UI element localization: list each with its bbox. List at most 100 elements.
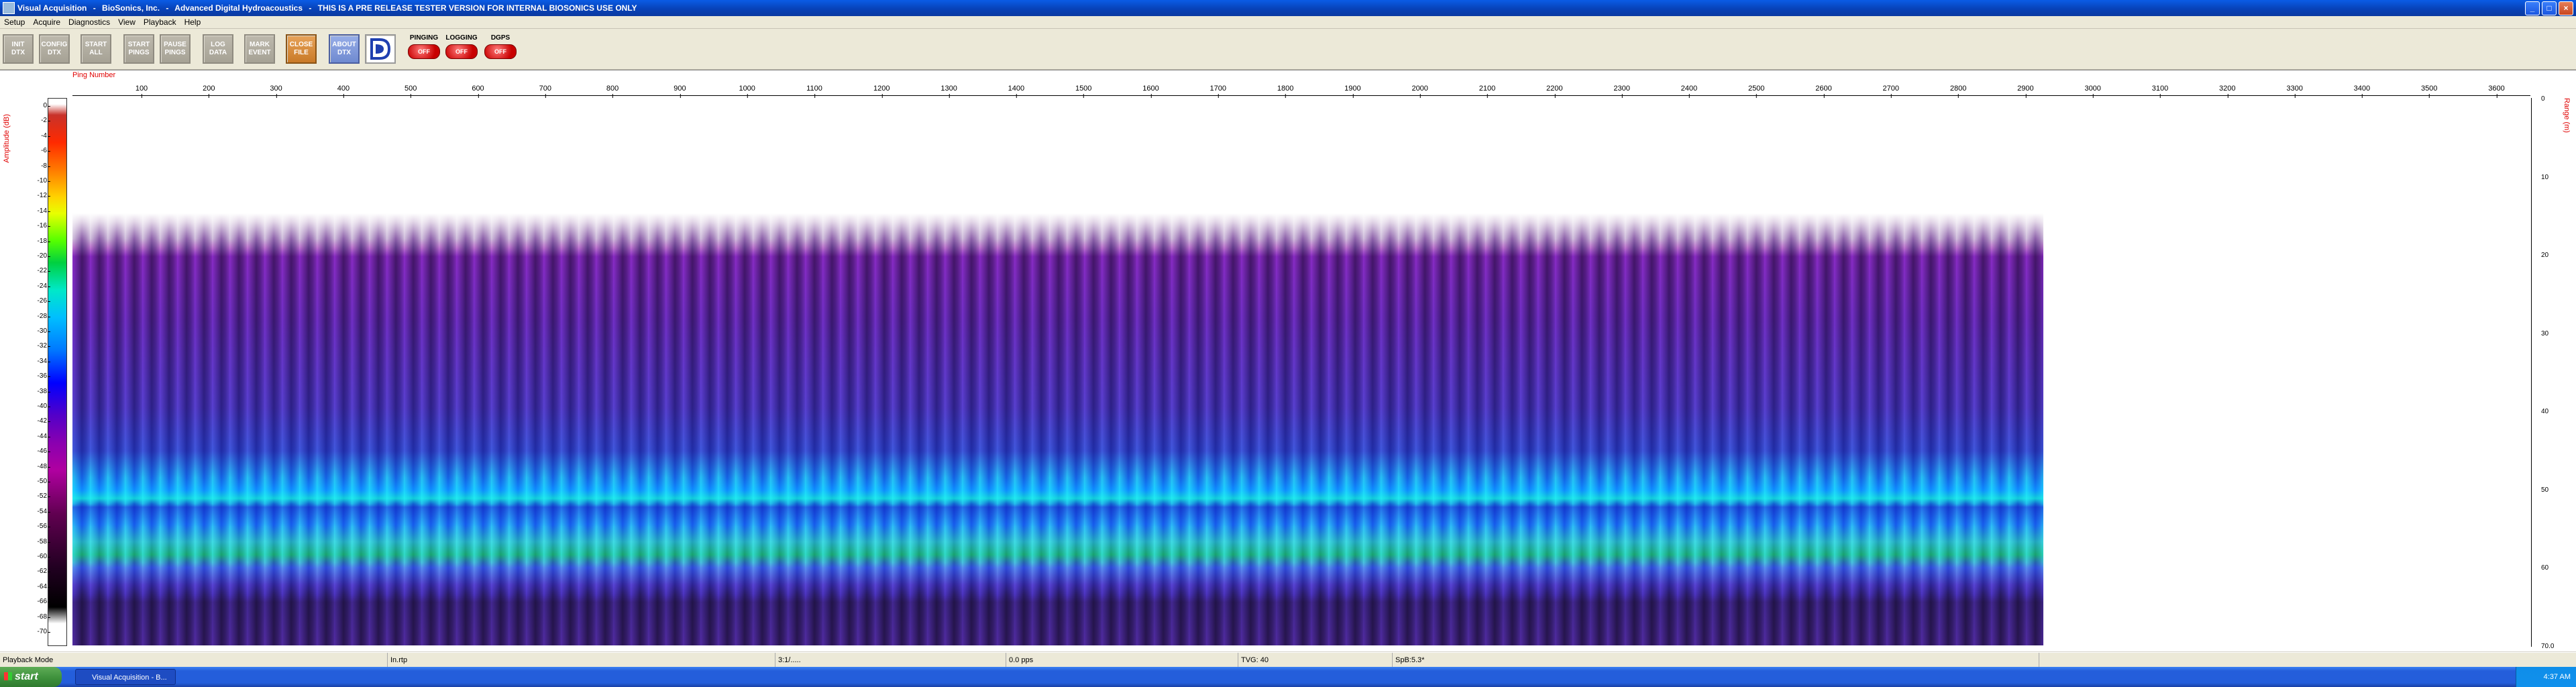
x-tick-label: 100 — [135, 85, 148, 98]
colorbar-tick-label: -48 — [32, 463, 50, 470]
menu-acquire[interactable]: Acquire — [29, 17, 64, 27]
x-tick-label: 3000 — [2084, 85, 2101, 98]
menu-view[interactable]: View — [114, 17, 140, 27]
range-tick-label: 70.0 — [2541, 642, 2555, 650]
colorbar-tick-label: -42 — [32, 417, 50, 425]
windows-logo-icon — [4, 672, 12, 680]
x-tick-label: 1500 — [1075, 85, 1092, 98]
x-tick-label: 2200 — [1546, 85, 1563, 98]
colorbar-tick-label: -58 — [32, 538, 50, 545]
window-title: Visual Acquisition - BioSonics, Inc. - A… — [17, 3, 641, 13]
status-time: 3:1/..... — [775, 653, 1006, 668]
about-dtx-button[interactable]: ABOUT DTX — [329, 34, 360, 64]
menu-setup[interactable]: Setup — [0, 17, 29, 27]
x-tick-label: 1700 — [1210, 85, 1227, 98]
x-tick-label: 400 — [337, 85, 350, 98]
colorbar-tick-label: -40 — [32, 403, 50, 410]
x-tick-label: 1600 — [1142, 85, 1159, 98]
colorbar-tick-label: -16 — [32, 222, 50, 229]
colorbar-tick-label: -68 — [32, 613, 50, 621]
x-tick-label: 2800 — [1949, 85, 1967, 98]
pinging-label: PINGING — [409, 34, 439, 42]
button-line2: PINGS — [164, 49, 186, 56]
colorbar-tick-label: -64 — [32, 583, 50, 590]
range-axis-label: Range (m) — [2563, 98, 2571, 133]
x-tick-label: 300 — [270, 85, 282, 98]
amplitude-axis-label: Amplitude (dB) — [3, 114, 11, 163]
button-line1: PAUSE — [164, 41, 186, 48]
app-icon — [3, 2, 15, 14]
x-tick-label: 3300 — [2286, 85, 2303, 98]
range-axis — [2531, 98, 2532, 647]
maximize-button[interactable]: □ — [2542, 1, 2557, 15]
title-separator: - — [166, 3, 169, 13]
status-file: In.rtp — [388, 653, 775, 668]
status-spl: SpB:5.3* — [1393, 653, 2039, 668]
menu-help[interactable]: Help — [180, 17, 205, 27]
pinging-indicator: OFF — [408, 44, 440, 59]
dgps-status: DGPS OFF — [482, 34, 519, 64]
mark-event-button[interactable]: MARK EVENT — [244, 34, 275, 64]
range-tick-label: 60 — [2541, 564, 2549, 572]
x-tick-label: 1200 — [873, 85, 890, 98]
range-tick-label: 50 — [2541, 486, 2549, 494]
status-tvg: TVG: 40 — [1238, 653, 1393, 668]
close-window-button[interactable]: × — [2559, 1, 2573, 15]
title-app-name: Visual Acquisition — [17, 3, 87, 13]
colorbar-tick-label: -52 — [32, 492, 50, 500]
taskbar-item-visual-acquisition[interactable]: Visual Acquisition - B... — [75, 669, 176, 685]
button-line2: PINGS — [128, 49, 150, 56]
colorbar-tick-label: 0 — [32, 102, 50, 109]
x-tick-label: 2700 — [1882, 85, 1900, 98]
colorbar-tick-label: -34 — [32, 358, 50, 365]
x-axis-label: Ping Number — [72, 71, 116, 79]
menu-diagnostics[interactable]: Diagnostics — [64, 17, 114, 27]
button-line1: START — [127, 41, 150, 48]
x-tick-label: 2500 — [1748, 85, 1765, 98]
colorbar-tick-label: -2 — [32, 117, 50, 124]
config-dtx-button[interactable]: CONFIG DTX — [39, 34, 70, 64]
button-line2: ALL — [89, 49, 103, 56]
log-data-button[interactable]: LOG DATA — [203, 34, 233, 64]
dgps-indicator: OFF — [484, 44, 517, 59]
x-tick-label: 1900 — [1344, 85, 1361, 98]
menu-playback[interactable]: Playback — [140, 17, 180, 27]
close-file-button[interactable]: CLOSE FILE — [286, 34, 317, 64]
echogram-image[interactable] — [72, 213, 2043, 645]
x-tick-label: 3200 — [2219, 85, 2236, 98]
colorbar-tick-label: -8 — [32, 162, 50, 170]
button-line1: INIT — [11, 41, 25, 48]
logging-indicator: OFF — [445, 44, 478, 59]
x-tick-label: 1000 — [739, 85, 755, 98]
colorbar-tick-label: -26 — [32, 297, 50, 305]
button-line1: START — [85, 41, 107, 48]
x-tick-label: 2900 — [2017, 85, 2034, 98]
x-axis — [72, 95, 2530, 96]
colorbar-tick-label: -56 — [32, 523, 50, 530]
colorbar-tick-label: -46 — [32, 447, 50, 455]
status-bar: Playback Mode In.rtp 3:1/..... 0.0 pps T… — [0, 652, 2576, 668]
button-line2: DTX — [11, 49, 25, 56]
pause-pings-button[interactable]: PAUSE PINGS — [160, 34, 191, 64]
x-tick-label: 800 — [606, 85, 619, 98]
start-all-button[interactable]: START ALL — [80, 34, 111, 64]
pinging-status: PINGING OFF — [405, 34, 443, 64]
title-company: BioSonics, Inc. — [102, 3, 160, 13]
minimize-button[interactable]: _ — [2525, 1, 2540, 15]
button-line2: DTX — [337, 49, 351, 56]
colorbar-tick-label: -50 — [32, 478, 50, 485]
clock: 4:37 AM — [2543, 673, 2571, 681]
start-button[interactable]: start — [0, 667, 62, 687]
title-separator: - — [93, 3, 96, 13]
start-label: start — [15, 671, 38, 682]
x-tick-label: 3500 — [2420, 85, 2438, 98]
biosonics-logo-button[interactable] — [365, 34, 396, 64]
menu-bar: Setup Acquire Diagnostics View Playback … — [0, 16, 2576, 29]
colorbar-tick-label: -10 — [32, 177, 50, 184]
colorbar-tick-label: -32 — [32, 342, 50, 350]
start-pings-button[interactable]: START PINGS — [123, 34, 154, 64]
colorbar-tick-label: -30 — [32, 327, 50, 335]
taskbar: start Visual Acquisition - B... 4:37 AM — [0, 667, 2576, 687]
x-tick-label: 3600 — [2488, 85, 2505, 98]
init-dtx-button[interactable]: INIT DTX — [3, 34, 34, 64]
